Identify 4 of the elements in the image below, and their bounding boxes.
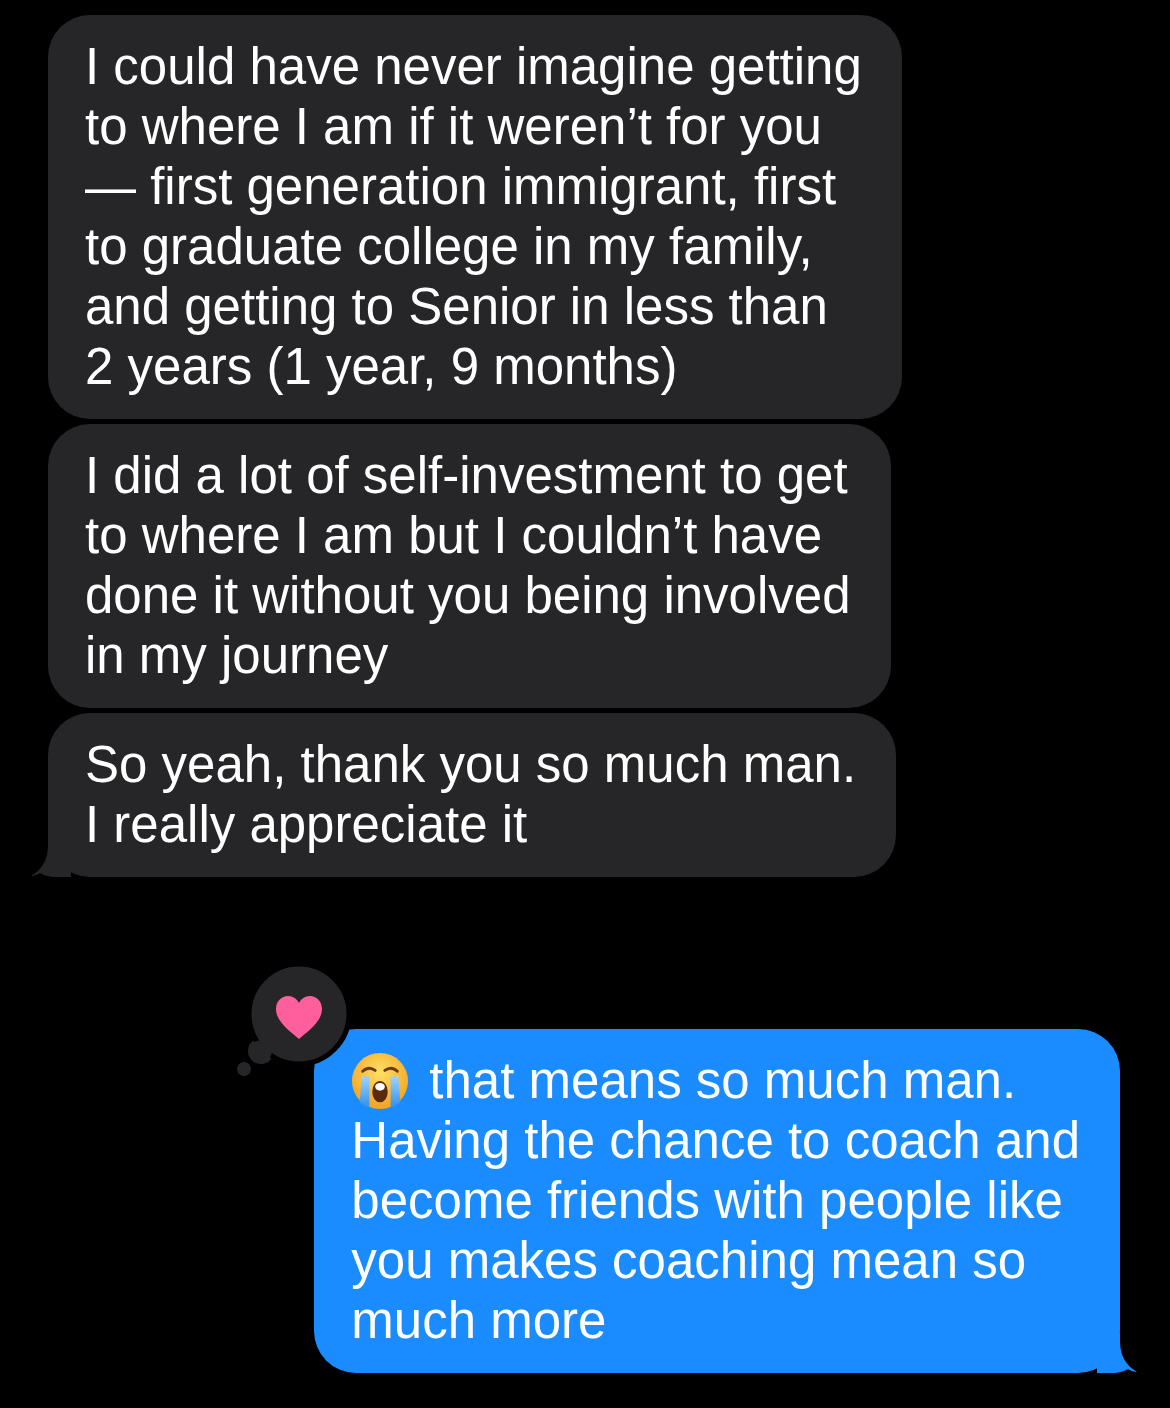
message-text: I did a lot of self-investment to get to where I am but I couldn’t have done it without you being involved in my journey (85, 447, 851, 684)
message-text: that means so much man. Having the chance to coach and become friends with people like you makes coaching mean so much more (351, 1052, 1080, 1349)
message-text: I could have never imagine getting to where I am if it weren’t for you — first generation immigrant, first to graduate college in my family, and getting to Senior in less than 2 years (1 year, 9 months) (85, 38, 862, 395)
message-text: So yeah, thank you so much man. I really appreciate it (85, 736, 857, 853)
